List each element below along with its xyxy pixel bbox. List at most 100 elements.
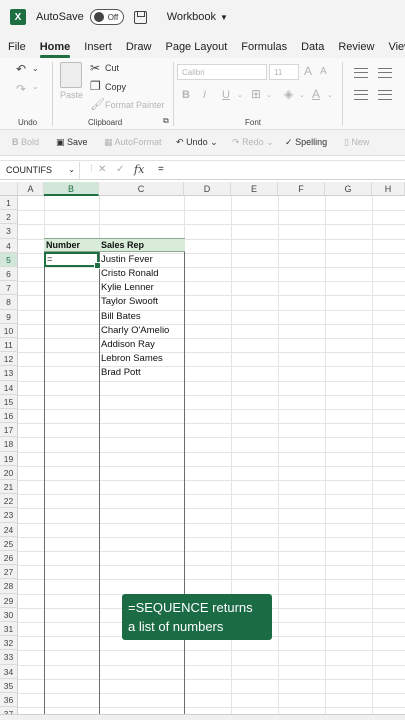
autosave-toggle[interactable]: Off [89,9,124,25]
sales-rep-cell[interactable]: Kylie Lenner [99,281,154,295]
tab-formulas[interactable]: Formulas [241,41,287,58]
row-header-24[interactable]: 24 [0,522,18,537]
enter-icon[interactable]: ✓ [116,164,124,175]
row-header-37[interactable]: 37 [0,707,18,714]
row-header-35[interactable]: 35 [0,678,18,693]
active-cell-b5[interactable]: = [44,252,101,269]
column-header-b[interactable]: B [44,182,99,196]
redo-button[interactable]: ↷ Redo ⌄ [232,137,274,148]
row-header-26[interactable]: 26 [0,551,18,566]
paste-icon[interactable] [60,62,82,88]
row-header-1[interactable]: 1 [0,196,18,211]
row-header-6[interactable]: 6 [0,267,18,282]
row-header-28[interactable]: 28 [0,579,18,594]
align-left-icon[interactable] [354,90,368,100]
column-header-g[interactable]: G [325,182,372,196]
workbook-name[interactable]: Workbook ▼ [167,11,228,23]
new-button[interactable]: ▯ New [344,137,369,148]
underline-icon[interactable]: U [222,89,230,101]
select-all-corner[interactable] [0,182,18,196]
row-header-19[interactable]: 19 [0,451,18,466]
row-header-16[interactable]: 16 [0,409,18,424]
sales-rep-cell[interactable]: Brad Pott [99,366,141,380]
tab-view[interactable]: View [388,41,405,58]
copy-icon[interactable]: ❐ [90,79,101,93]
column-header-e[interactable]: E [231,182,278,196]
row-header-36[interactable]: 36 [0,693,18,708]
column-header-c[interactable]: C [99,182,184,196]
increase-font-icon[interactable]: A [304,64,312,78]
row-header-29[interactable]: 29 [0,593,18,608]
row-header-34[interactable]: 34 [0,664,18,679]
save-icon[interactable] [133,10,147,24]
row-header-8[interactable]: 8 [0,295,18,310]
align-top-icon[interactable] [354,68,368,78]
formula-input[interactable]: = [158,164,164,175]
row-header-30[interactable]: 30 [0,607,18,622]
chevron-down-icon[interactable]: ⌄ [68,165,75,174]
row-header-2[interactable]: 2 [0,210,18,225]
sales-rep-cell[interactable]: Lebron Sames [99,352,163,366]
worksheet-grid[interactable]: A B C D E F G H Number Sales Rep = =SEQU… [0,182,405,714]
font-name-select[interactable]: Calibri [177,64,267,80]
row-header-31[interactable]: 31 [0,622,18,637]
row-header-5[interactable]: 5 [0,252,18,267]
paste-button[interactable]: Paste [60,90,83,100]
scissors-icon[interactable]: ✂ [90,61,100,75]
font-size-select[interactable]: 11 [269,64,299,80]
chevron-down-icon[interactable]: ⌄ [266,91,272,99]
row-header-10[interactable]: 10 [0,323,18,338]
cut-button[interactable]: Cut [105,63,119,73]
chevron-down-icon[interactable]: ⌄ [299,91,305,99]
format-painter-icon[interactable]: 🖌 [90,97,105,111]
sales-rep-cell[interactable]: Charly O'Amelio [99,324,169,338]
column-header-f[interactable]: F [278,182,325,196]
row-header-32[interactable]: 32 [0,636,18,651]
undo-icon[interactable]: ↶ [16,62,26,76]
spelling-button[interactable]: ✓ Spelling [285,137,327,148]
row-header-13[interactable]: 13 [0,366,18,381]
sales-rep-cell[interactable]: Addison Ray [99,338,155,352]
row-header-21[interactable]: 21 [0,480,18,495]
header-cell-number[interactable]: Number [44,238,99,252]
tab-file[interactable]: File [8,41,26,58]
row-header-12[interactable]: 12 [0,352,18,367]
italic-icon[interactable]: I [203,89,206,101]
row-header-4[interactable]: 4 [0,238,18,253]
sales-rep-cell[interactable]: Bill Bates [99,310,141,324]
sales-rep-cell[interactable]: Taylor Swooft [99,295,158,309]
row-header-7[interactable]: 7 [0,281,18,296]
column-header-d[interactable]: D [184,182,231,196]
header-cell-sales-rep[interactable]: Sales Rep [99,238,185,252]
column-header-h[interactable]: H [372,182,405,196]
format-painter-button[interactable]: Format Painter [105,100,165,110]
copy-button[interactable]: Copy [105,82,126,92]
sales-rep-cell[interactable]: Justin Fever [99,253,153,267]
chevron-down-icon[interactable]: ⌄ [32,64,39,73]
row-header-33[interactable]: 33 [0,650,18,665]
insert-function-icon[interactable]: fx [134,163,144,176]
row-header-15[interactable]: 15 [0,394,18,409]
row-header-9[interactable]: 9 [0,309,18,324]
row-header-3[interactable]: 3 [0,224,18,239]
column-header-a[interactable]: A [18,182,44,196]
tab-insert[interactable]: Insert [84,41,112,58]
tab-data[interactable]: Data [301,41,324,58]
undo-button[interactable]: ↶ Undo ⌄ [176,137,218,148]
row-header-23[interactable]: 23 [0,508,18,523]
bold-icon[interactable]: B [182,89,190,101]
tab-page-layout[interactable]: Page Layout [165,41,227,58]
align-middle-icon[interactable] [378,68,392,78]
chevron-down-icon[interactable]: ⌄ [237,91,243,99]
tab-review[interactable]: Review [338,41,374,58]
align-center-icon[interactable] [378,90,392,100]
borders-icon[interactable]: ⊞ [251,87,261,101]
row-header-27[interactable]: 27 [0,565,18,580]
chevron-down-icon[interactable]: ⌄ [327,91,333,99]
tab-home[interactable]: Home [39,41,70,58]
redo-icon[interactable]: ↷ [16,82,26,96]
row-header-11[interactable]: 11 [0,338,18,353]
dialog-launcher-icon[interactable]: ⧉ [163,116,169,126]
autoformat-button[interactable]: ▦ AutoFormat [104,137,162,148]
bold-button[interactable]: B Bold [12,137,39,147]
